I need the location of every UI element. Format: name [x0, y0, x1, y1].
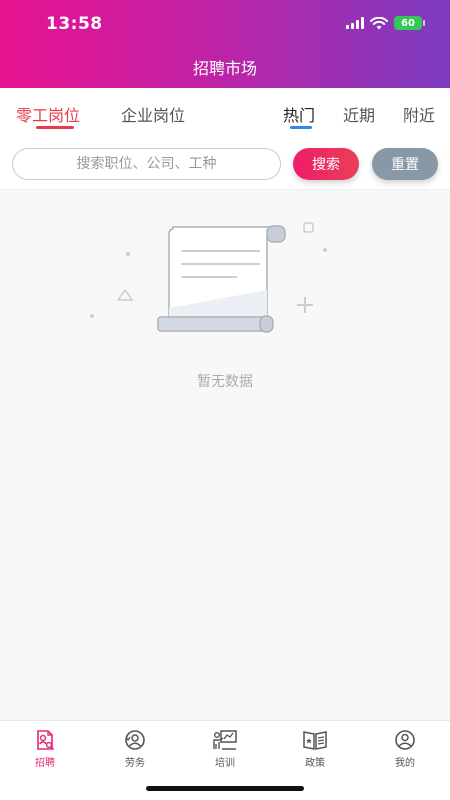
nav-item-profile[interactable]: 我的 — [360, 729, 450, 769]
nav-item-policy[interactable]: 政策 — [270, 729, 360, 769]
home-indicator — [146, 786, 304, 791]
profile-icon — [395, 730, 415, 750]
battery-icon: 60 — [394, 16, 425, 30]
search-bar: 搜索 重置 — [0, 138, 450, 190]
recruit-icon — [37, 730, 55, 751]
policy-icon — [303, 731, 327, 750]
search-input[interactable] — [12, 148, 281, 180]
battery-level: 60 — [401, 17, 415, 29]
sort-tab-nearby[interactable]: 附近 — [403, 102, 435, 126]
nav-item-recruit[interactable]: 招聘 — [0, 729, 90, 769]
app-header: 13:58 60 招聘市场 — [0, 0, 450, 88]
tab-gig-jobs[interactable]: 零工岗位 — [16, 102, 80, 126]
sort-active-indicator — [290, 126, 312, 129]
sort-tab-hot[interactable]: 热门 — [283, 102, 315, 126]
empty-document-icon — [90, 222, 327, 333]
status-icons: 60 — [346, 16, 425, 30]
sort-tab-recent[interactable]: 近期 — [343, 102, 375, 126]
nav-item-training[interactable]: 培训 — [180, 729, 270, 769]
wifi-icon — [370, 16, 388, 29]
training-icon — [213, 730, 237, 750]
labor-icon — [125, 730, 145, 750]
tabs-bar: 零工岗位 企业岗位 热门 近期 附近 — [0, 88, 450, 138]
nav-label-policy: 政策 — [305, 758, 325, 769]
nav-item-labor[interactable]: 劳务 — [90, 729, 180, 769]
search-button[interactable]: 搜索 — [293, 148, 359, 180]
page-title: 招聘市场 — [192, 59, 257, 78]
nav-label-training: 培训 — [215, 758, 235, 769]
reset-button[interactable]: 重置 — [372, 148, 438, 180]
cellular-signal-icon — [346, 17, 364, 29]
nav-label-profile: 我的 — [395, 758, 415, 769]
tab-active-indicator — [36, 126, 74, 129]
nav-label-recruit: 招聘 — [35, 758, 55, 769]
nav-label-labor: 劳务 — [125, 758, 145, 769]
empty-state-text: 暂无数据 — [197, 374, 253, 390]
tab-company-jobs[interactable]: 企业岗位 — [121, 102, 185, 126]
status-time: 13:58 — [46, 14, 103, 34]
